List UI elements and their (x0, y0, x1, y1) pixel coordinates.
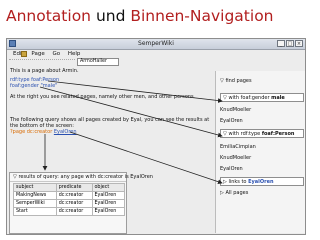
links-to-value: EyalOren (248, 179, 274, 185)
rdf-type-header[interactable]: ▽ with rdf:type foaf:Person (220, 129, 304, 138)
cell-predicate: dc:creator (55, 199, 93, 208)
window-titlebar: SemperWiki _ □ × (7, 39, 305, 50)
window-title: SemperWiki (138, 40, 174, 47)
foaf-gender-value: male (271, 95, 285, 101)
page-name-field[interactable]: ArmoHaller (77, 58, 119, 66)
col-subject[interactable]: subject (13, 183, 57, 192)
find-pages-header[interactable]: ▽ find pages (220, 77, 304, 86)
minimize-button[interactable]: _ (277, 40, 285, 47)
col-object[interactable]: object (91, 183, 125, 192)
table-row[interactable]: MakingNews dc:creator EyalOren (13, 191, 125, 200)
sidebar-item-eyaloren[interactable]: EyalOren (220, 117, 243, 125)
sidebar-item-knudmoeller-2[interactable]: KnudMoeller (220, 154, 251, 162)
related-pages-sidebar: ▽ find pages ▽ with foaf:gender male Knu… (215, 71, 305, 233)
cell-object: EyalOren (91, 207, 125, 216)
slide-title: Annotation und Binnen-Navigation (6, 7, 274, 25)
menu-help[interactable]: Help (68, 51, 81, 57)
semperwiki-window: SemperWiki _ □ × Edit Page Go Help ArmoH… (6, 38, 306, 235)
rdf-type-value: foaf:Person (261, 131, 295, 137)
table-row[interactable]: Start dc:creator EyalOren (13, 207, 125, 216)
links-to-header[interactable]: ▷ links to EyalOren (220, 177, 304, 186)
query-prefix: ?page dc:creator (10, 129, 53, 135)
foaf-gender-prefix: with foaf:gender (228, 95, 272, 101)
cell-subject[interactable]: Start (13, 207, 57, 216)
query-line: ?page dc:creator EyalOren (10, 129, 77, 136)
cell-predicate: dc:creator (55, 191, 93, 200)
menu-go[interactable]: Go (52, 51, 60, 57)
page-text-line1: This is a page about Armin. (10, 68, 79, 74)
foaf-gender-line: foaf:gender "male" (10, 83, 58, 89)
page-text-line2: At the right you see related pages, name… (10, 94, 196, 100)
query-link-eyaloren[interactable]: EyalOren (54, 129, 77, 135)
foaf-gender-header[interactable]: ▽ with foaf:gender male (220, 93, 304, 102)
slide-title-und: und (91, 7, 131, 25)
cell-subject[interactable]: MakingNews (13, 191, 57, 200)
results-header-text: results of query: any page with dc:creat… (18, 174, 153, 180)
cell-object: EyalOren (91, 199, 125, 208)
results-header[interactable]: ▽ results of query: any page with dc:cre… (10, 173, 153, 182)
sidebar-item-emiliacimpian[interactable]: EmiliaCimpian (220, 143, 256, 151)
find-pages-label: find pages (225, 78, 252, 84)
sidebar-item-eyaloren-2[interactable]: EyalOren (220, 165, 243, 173)
toolbar-grip (9, 59, 75, 66)
col-predicate[interactable]: predicate (55, 183, 93, 192)
sidebar-item-knudmoeller[interactable]: KnudMoeller (220, 106, 251, 114)
results-table: subject predicate object MakingNews dc:c… (13, 183, 125, 216)
slide-title-binnen-navigation: Binnen-Navigation (130, 7, 274, 25)
query-results-panel: ▽ results of query: any page with dc:cre… (9, 172, 153, 234)
all-pages-header[interactable]: ▷ All pages (220, 189, 304, 198)
links-to-prefix: links to (228, 179, 249, 185)
cell-object: EyalOren (91, 191, 125, 200)
results-header-row: subject predicate object (13, 183, 125, 192)
slide-title-annotation: Annotation (6, 7, 92, 25)
menu-page[interactable]: Page (31, 51, 44, 57)
maximize-button[interactable]: □ (286, 40, 294, 47)
cell-subject[interactable]: SemperWiki (13, 199, 57, 208)
window-menu-icon[interactable] (9, 40, 16, 47)
app-icon (21, 51, 27, 57)
table-row[interactable]: SemperWiki dc:creator EyalOren (13, 199, 125, 208)
close-button[interactable]: × (295, 40, 303, 47)
rdf-type-prefix: with rdf:type (228, 131, 262, 137)
all-pages-label: All pages (225, 190, 249, 196)
menubar: Edit Page Go Help (7, 50, 305, 58)
cell-predicate: dc:creator (55, 207, 93, 216)
